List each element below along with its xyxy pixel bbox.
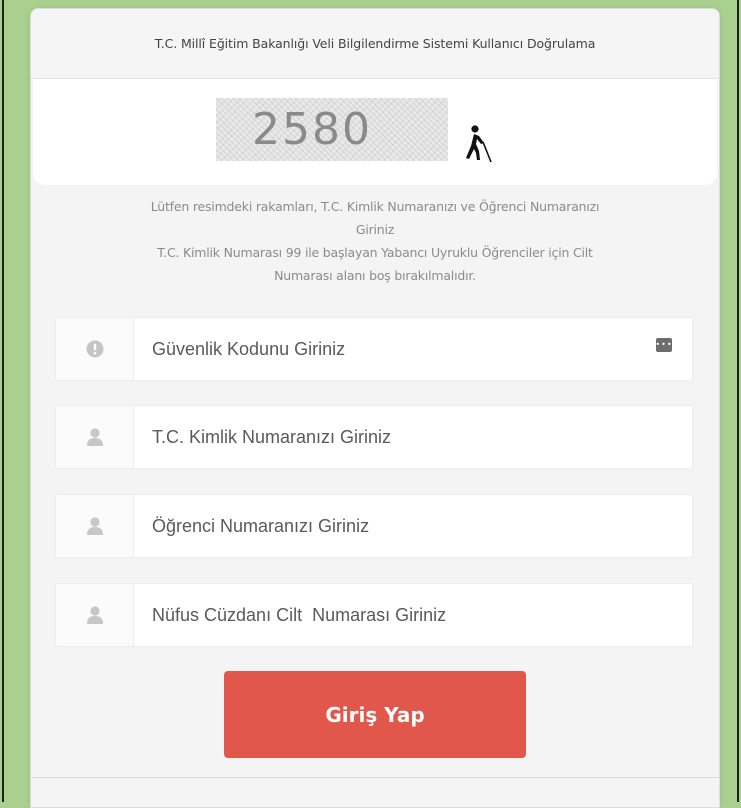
cilt-number-addon [56, 584, 134, 646]
divider [31, 777, 719, 778]
captcha-area: 2580 [33, 79, 717, 185]
accessibility-person-icon[interactable] [461, 124, 495, 164]
tc-kimlik-input[interactable] [134, 406, 692, 468]
tc-kimlik-addon [56, 406, 134, 468]
security-code-input[interactable] [134, 318, 692, 380]
user-icon [86, 517, 103, 535]
security-code-field-group: ••• [55, 317, 693, 381]
tc-kimlik-field-group [55, 405, 693, 469]
instructions-line: Numarası alanı boş bırakılmalıdır. [274, 268, 476, 283]
cilt-number-field-group [55, 583, 693, 647]
login-button[interactable]: Giriş Yap [224, 671, 526, 758]
instructions-line: T.C. Kimlik Numarası 99 ile başlayan Yab… [157, 245, 593, 260]
page-title: T.C. Millî Eğitim Bakanlığı Veli Bilgile… [154, 36, 596, 51]
panel-header: T.C. Millî Eğitim Bakanlığı Veli Bilgile… [31, 9, 719, 79]
student-number-field-group [55, 494, 693, 558]
student-number-addon [56, 495, 134, 557]
instructions-text: Lütfen resimdeki rakamları, T.C. Kimlik … [31, 195, 719, 287]
security-code-addon [56, 318, 134, 380]
instructions-line: Giriniz [355, 222, 395, 237]
exclamation-circle-icon [86, 340, 103, 358]
keyboard-icon[interactable]: ••• [655, 338, 672, 352]
captcha-code: 2580 [252, 104, 372, 155]
cilt-number-input[interactable] [134, 584, 692, 646]
login-panel: T.C. Millî Eğitim Bakanlığı Veli Bilgile… [30, 8, 720, 808]
student-number-input[interactable] [134, 495, 692, 557]
captcha-image: 2580 [216, 98, 448, 161]
instructions-line: Lütfen resimdeki rakamları, T.C. Kimlik … [150, 199, 600, 214]
outer-frame: T.C. Millî Eğitim Bakanlığı Veli Bilgile… [2, 0, 739, 808]
user-icon [86, 606, 103, 624]
user-icon [86, 428, 103, 446]
